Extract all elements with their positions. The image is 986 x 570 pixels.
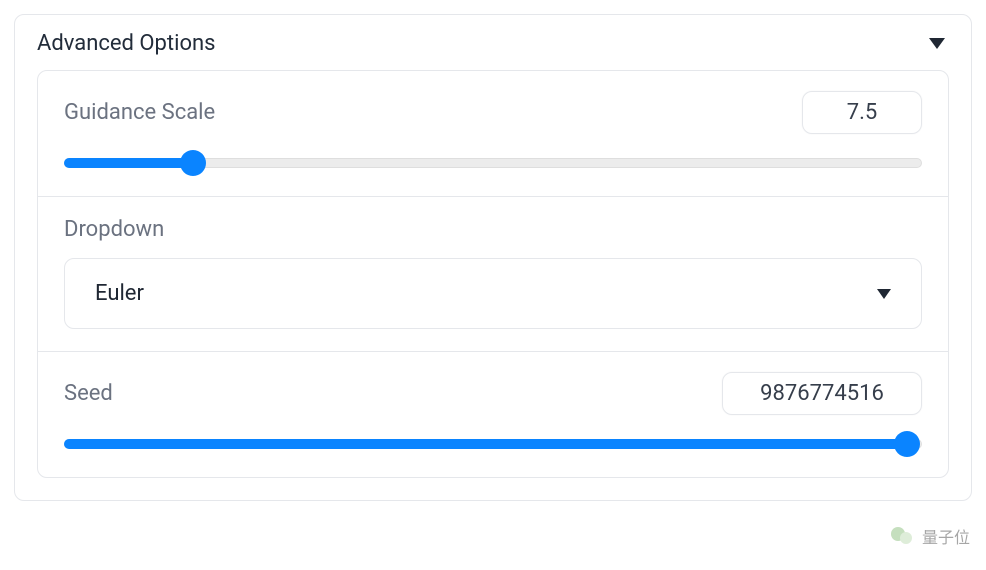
seed-label-row: Seed 9876774516 — [64, 372, 922, 415]
guidance-scale-input[interactable]: 7.5 — [802, 91, 922, 134]
seed-label: Seed — [64, 381, 113, 406]
options-body: Guidance Scale 7.5 Dropdown Euler — [37, 70, 949, 478]
guidance-scale-label: Guidance Scale — [64, 100, 215, 125]
panel-title: Advanced Options — [37, 31, 216, 56]
guidance-scale-block: Guidance Scale 7.5 — [38, 71, 948, 197]
advanced-options-header[interactable]: Advanced Options — [15, 15, 971, 70]
collapse-caret-icon — [929, 38, 945, 49]
dropdown-select[interactable]: Euler — [64, 258, 922, 329]
guidance-scale-thumb[interactable] — [180, 150, 206, 176]
seed-thumb[interactable] — [894, 431, 920, 457]
seed-input[interactable]: 9876774516 — [722, 372, 922, 415]
dropdown-block: Dropdown Euler — [38, 197, 948, 352]
guidance-scale-fill — [64, 158, 193, 168]
dropdown-label-row: Dropdown — [64, 217, 922, 242]
seed-fill — [64, 439, 907, 449]
dropdown-label: Dropdown — [64, 217, 164, 242]
guidance-scale-slider[interactable] — [64, 152, 922, 174]
advanced-options-panel: Advanced Options Guidance Scale 7.5 D — [14, 14, 972, 501]
guidance-scale-label-row: Guidance Scale 7.5 — [64, 91, 922, 134]
seed-slider[interactable] — [64, 433, 922, 455]
dropdown-value: Euler — [95, 281, 144, 306]
seed-block: Seed 9876774516 — [38, 352, 948, 477]
chevron-down-icon — [877, 289, 891, 299]
